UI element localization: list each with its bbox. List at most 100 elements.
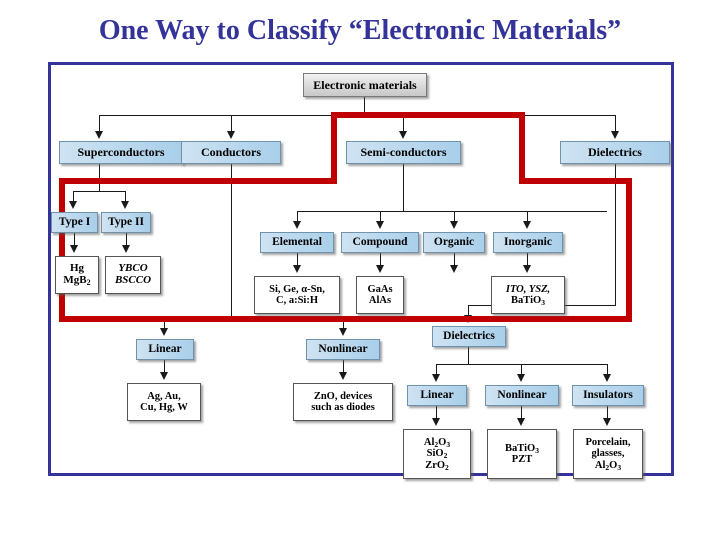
- arrow-cond-linear: [160, 328, 168, 336]
- node-label: Semi-conductors: [360, 145, 447, 160]
- example-line: Al2O3: [423, 437, 451, 449]
- connector-dielectrics-stem: [615, 164, 616, 305]
- node-label: Nonlinear: [318, 343, 368, 356]
- arrow-organic-example: [450, 265, 458, 273]
- node-electronic-materials[interactable]: Electronic materials: [303, 73, 427, 97]
- example-line: Si, Ge, α-Sn,: [269, 283, 325, 295]
- node-semiconductors[interactable]: Semi-conductors: [346, 141, 461, 164]
- node-compound[interactable]: Compound: [341, 232, 419, 253]
- node-label: Type I: [58, 216, 91, 229]
- connector-conductors-stem: [231, 164, 232, 318]
- example-line: ZrO2: [425, 459, 449, 472]
- arrow-diel-linear-example: [432, 418, 440, 426]
- node-dielectrics-top[interactable]: Dielectrics: [560, 141, 670, 164]
- arrow-elemental-example: [293, 265, 301, 273]
- node-conductors-linear[interactable]: Linear: [136, 339, 194, 360]
- page-title: One Way to Classify “Electronic Material…: [98, 15, 622, 46]
- node-superconductors[interactable]: Superconductors: [59, 141, 183, 164]
- arrow-compound: [376, 221, 384, 229]
- node-conductors-linear-examples[interactable]: Ag, Au, Cu, Hg, W: [127, 383, 201, 421]
- node-type-ii[interactable]: Type II: [101, 212, 151, 233]
- node-label: Linear: [148, 343, 182, 356]
- arrow-cond-nonlinear: [339, 328, 347, 336]
- example-line: BaTiO3: [511, 295, 545, 307]
- example-line: C, a:Si:H: [276, 295, 318, 306]
- arrow-semiconductors: [399, 131, 407, 139]
- arrow-diel-linear: [432, 374, 440, 382]
- node-dielectrics-nonlinear[interactable]: Nonlinear: [485, 385, 559, 406]
- example-line: Al2O3: [594, 459, 622, 472]
- node-label: Superconductors: [77, 145, 165, 160]
- example-line: Ag, Au,: [147, 390, 181, 402]
- example-line: SiO2: [426, 448, 448, 461]
- connector-dielectrics-mid-stem: [468, 347, 469, 364]
- highlight-lower-right-edge: [626, 178, 632, 322]
- arrow-type-i: [69, 201, 77, 209]
- arrow-cond-nonlinear-example: [339, 372, 347, 380]
- node-label: Type II: [108, 216, 144, 229]
- node-elemental[interactable]: Elemental: [260, 232, 334, 253]
- node-type-ii-examples[interactable]: YBCO BSCCO: [105, 256, 161, 294]
- node-label: Organic: [433, 236, 475, 249]
- node-conductors-nonlinear[interactable]: Nonlinear: [306, 339, 380, 360]
- example-line: BSCCO: [114, 274, 152, 286]
- node-dielectrics-insulators-examples[interactable]: Porcelain, glasses, Al2O3: [573, 429, 643, 479]
- node-label: Electronic materials: [313, 77, 417, 92]
- example-line: AlAs: [368, 295, 392, 306]
- node-type-i-examples[interactable]: Hg MgB2: [55, 256, 99, 294]
- arrow-dielectrics: [611, 131, 619, 139]
- highlight-bottom-edge: [59, 316, 632, 322]
- connector-superconductors-bus: [73, 191, 125, 192]
- highlight-right-shoulder: [519, 178, 632, 184]
- node-label: Elemental: [272, 236, 322, 249]
- arrow-inorganic-example: [523, 265, 531, 273]
- arrow-type-i-example: [70, 245, 78, 253]
- arrow-conductors: [227, 131, 235, 139]
- arrow-diel-nonlinear-example: [517, 418, 525, 426]
- example-line: ITO, YSZ,: [505, 283, 551, 295]
- arrow-diel-insulators-example: [603, 418, 611, 426]
- example-line: MgB2: [63, 274, 91, 288]
- node-dielectrics-nonlinear-examples[interactable]: BaTiO3 PZT: [487, 429, 557, 479]
- node-conductors-nonlinear-examples[interactable]: ZnO, devices such as diodes: [293, 383, 393, 421]
- arrow-type-ii: [121, 201, 129, 209]
- highlight-top-edge: [331, 112, 525, 118]
- node-dielectrics-linear[interactable]: Linear: [407, 385, 467, 406]
- example-line: glasses,: [591, 448, 625, 460]
- node-conductors[interactable]: Conductors: [181, 141, 281, 164]
- diagram-frame: Electronic materials Superconductors Con…: [48, 62, 674, 479]
- node-label: Conductors: [200, 145, 261, 160]
- node-type-i[interactable]: Type I: [51, 212, 98, 233]
- example-line: such as diodes: [311, 402, 375, 413]
- connector-semiconductors-bus: [297, 211, 607, 212]
- node-label: Dielectrics: [588, 145, 642, 160]
- example-line: YBCO: [118, 262, 148, 275]
- node-compound-examples[interactable]: GaAs AlAs: [356, 276, 404, 314]
- node-dielectrics-linear-examples[interactable]: Al2O3 SiO2 ZrO2: [403, 429, 471, 479]
- highlight-upper-right-edge: [519, 112, 525, 178]
- arrow-compound-example: [376, 265, 384, 273]
- example-line: Cu, Hg, W: [140, 402, 188, 413]
- node-inorganic-examples[interactable]: ITO, YSZ, BaTiO3: [491, 276, 565, 314]
- node-inorganic[interactable]: Inorganic: [493, 232, 563, 253]
- arrow-inorganic: [523, 221, 531, 229]
- connector-semiconductors-stem: [403, 164, 404, 211]
- node-organic[interactable]: Organic: [423, 232, 485, 253]
- highlight-lower-left-edge: [59, 178, 65, 322]
- arrow-organic: [450, 221, 458, 229]
- example-line: GaAs: [367, 283, 393, 295]
- example-line: PZT: [511, 454, 533, 465]
- highlight-upper-left-edge: [331, 112, 337, 178]
- node-label: Linear: [420, 389, 454, 402]
- slide-canvas: One Way to Classify “Electronic Material…: [0, 0, 720, 540]
- node-dielectrics-insulators[interactable]: Insulators: [572, 385, 644, 406]
- node-label: Insulators: [583, 389, 633, 402]
- example-line: Hg: [69, 262, 85, 275]
- node-elemental-examples[interactable]: Si, Ge, α-Sn, C, a:Si:H: [254, 276, 340, 314]
- arrow-elemental: [293, 221, 301, 229]
- node-dielectrics-mid[interactable]: Dielectrics: [432, 326, 506, 347]
- arrow-diel-nonlinear: [517, 374, 525, 382]
- arrow-cond-linear-example: [160, 372, 168, 380]
- example-line: Porcelain,: [585, 437, 631, 448]
- node-label: Dielectrics: [443, 330, 495, 343]
